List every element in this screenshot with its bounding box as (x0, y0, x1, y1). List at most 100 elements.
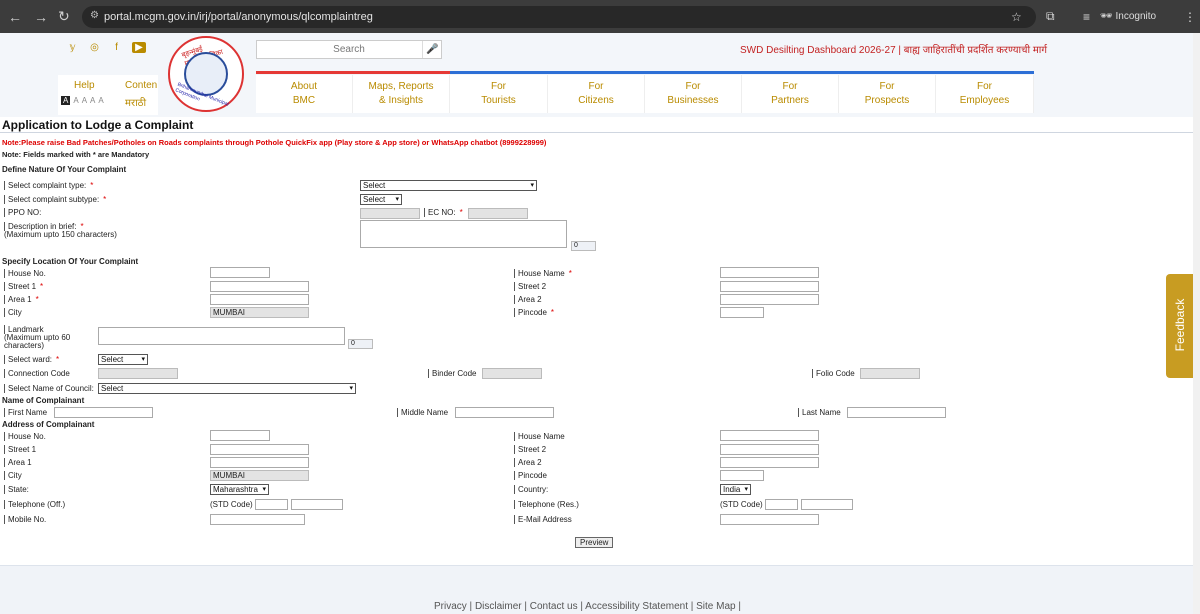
youtube-icon[interactable]: ▶ (132, 42, 146, 53)
back-icon[interactable]: ← (8, 0, 22, 33)
telephone-res-field[interactable] (801, 499, 853, 510)
bookmark-star-icon[interactable]: ☆ (1011, 0, 1022, 33)
microphone-icon[interactable]: 🎤 (422, 41, 442, 58)
council-select[interactable]: Select ▾ (98, 383, 356, 394)
section-name: Name of Complainant (2, 396, 85, 405)
email-field[interactable] (720, 514, 819, 525)
street2-label: Street 2 (514, 445, 546, 454)
menu-businesses[interactable]: For Businesses (645, 75, 742, 113)
house-no-label: House No. (4, 269, 46, 278)
menu-tourists[interactable]: For Tourists (450, 75, 548, 113)
pincode-field[interactable] (720, 470, 764, 481)
font-size-option[interactable]: A (61, 96, 71, 105)
section-nature: Define Nature Of Your Complaint (2, 165, 127, 174)
help-link[interactable]: Help (74, 80, 95, 91)
address-bar[interactable]: ⚙ portal.mcgm.gov.in/irj/portal/anonymou… (82, 6, 1036, 28)
extensions-icon[interactable]: ⧉ (1046, 0, 1055, 33)
menu-maps-reports[interactable]: Maps, Reports & Insights (353, 75, 450, 113)
marathi-toggle[interactable]: मराठी (125, 95, 146, 109)
facebook-icon[interactable]: f (110, 42, 123, 53)
country-label: Country: (514, 485, 548, 494)
folio-code-field[interactable] (860, 368, 920, 379)
street1-label: Street 1 * (4, 282, 43, 291)
connection-code-field[interactable] (98, 368, 178, 379)
house-name-label: House Name * (514, 269, 572, 278)
telephone-off-field[interactable] (291, 499, 343, 510)
mobile-field[interactable] (210, 514, 305, 525)
content-link[interactable]: Conten (125, 80, 157, 91)
page-title: Application to Lodge a Complaint (2, 118, 194, 132)
news-ticker[interactable]: SWD Desilting Dashboard 2026-27 | बाह्य … (740, 42, 1047, 56)
font-size-controls: A A A A A (61, 96, 104, 105)
menu-label: For (685, 81, 701, 92)
ward-select[interactable]: Select ▾ (98, 354, 148, 365)
city-label: City (4, 471, 22, 480)
binder-code-field[interactable] (482, 368, 542, 379)
menu-label: For (588, 81, 604, 92)
street2-field[interactable] (720, 281, 819, 292)
browser-toolbar: ← → ↻ ⚙ portal.mcgm.gov.in/irj/portal/an… (0, 0, 1200, 33)
area2-field[interactable] (720, 457, 819, 468)
complaint-type-select[interactable]: Select ▾ (360, 180, 537, 191)
house-name-label: House Name (514, 432, 565, 441)
street1-field[interactable] (210, 281, 309, 292)
menu-prospects[interactable]: For Prospects (839, 75, 936, 113)
feedback-tab[interactable]: Feedback (1166, 274, 1194, 378)
area2-field[interactable] (720, 294, 819, 305)
country-select[interactable]: India ▾ (720, 484, 751, 495)
street2-field[interactable] (720, 444, 819, 455)
tab-search-icon[interactable]: ≡ (1083, 0, 1090, 33)
font-size-option[interactable]: A (90, 96, 95, 105)
search-input[interactable]: Search 🎤 (256, 40, 442, 59)
accent-bar-blue (450, 71, 1034, 74)
menu-label: For (491, 81, 506, 92)
bmc-logo[interactable]: बृहन्मुंबई महानगरपालिका Brihanmumbai Mun… (168, 36, 244, 112)
area2-label: Area 2 (514, 295, 542, 304)
reload-icon[interactable]: ↻ (58, 0, 70, 33)
menu-partners[interactable]: For Partners (742, 75, 839, 113)
instagram-icon[interactable]: ◎ (88, 42, 101, 53)
first-name-field[interactable] (54, 407, 153, 418)
connection-code-label: Connection Code (4, 369, 70, 378)
menu-label: Maps, Reports (368, 81, 434, 92)
std-code-field[interactable] (765, 499, 798, 510)
ec-no-field[interactable] (468, 208, 528, 219)
font-size-option[interactable]: A (73, 96, 78, 105)
middle-name-field[interactable] (455, 407, 554, 418)
state-select[interactable]: Maharashtra ▾ (210, 484, 269, 495)
street2-label: Street 2 (514, 282, 546, 291)
area1-field[interactable] (210, 294, 309, 305)
pincode-field[interactable] (720, 307, 764, 318)
font-size-option[interactable]: A (98, 96, 103, 105)
house-no-field[interactable] (210, 267, 270, 278)
pothole-note: Note:Please raise Bad Patches/Potholes o… (2, 138, 547, 147)
menu-citizens[interactable]: For Citizens (548, 75, 645, 113)
site-header: 𝕪 ◎ f ▶ बृहन्मुंबई महानगरपालिका Brihanmu… (0, 33, 1200, 117)
street1-field[interactable] (210, 444, 309, 455)
menu-kebab-icon[interactable]: ⋮ (1184, 0, 1196, 33)
scrollbar[interactable] (1193, 33, 1200, 614)
complaint-subtype-select[interactable]: Select ▾ (360, 194, 402, 205)
font-size-option[interactable]: A (82, 96, 87, 105)
utility-box: Help Conten मराठी A A A A A (58, 75, 158, 115)
ppo-no-field[interactable] (360, 208, 420, 219)
incognito-indicator[interactable]: 🕶 Incognito (1100, 0, 1156, 33)
landmark-field[interactable] (98, 327, 345, 345)
house-name-field[interactable] (720, 267, 819, 278)
description-textarea[interactable] (360, 220, 567, 248)
site-info-icon[interactable]: ⚙ (90, 10, 99, 21)
chevron-down-icon: ▾ (744, 486, 748, 493)
house-name-field[interactable] (720, 430, 819, 441)
twitter-icon[interactable]: 𝕪 (66, 42, 79, 53)
std-code-field[interactable] (255, 499, 288, 510)
menu-label: Businesses (667, 95, 719, 106)
forward-icon[interactable]: → (34, 0, 48, 33)
house-no-field[interactable] (210, 430, 270, 441)
menu-employees[interactable]: For Employees (936, 75, 1034, 113)
last-name-field[interactable] (847, 407, 946, 418)
menu-about-bmc[interactable]: About BMC (256, 75, 353, 113)
description-hint: (Maximum upto 150 characters) (4, 230, 117, 239)
area1-field[interactable] (210, 457, 309, 468)
preview-button[interactable]: Preview (575, 537, 614, 548)
footer-links[interactable]: Privacy | Disclaimer | Contact us | Acce… (434, 601, 741, 612)
